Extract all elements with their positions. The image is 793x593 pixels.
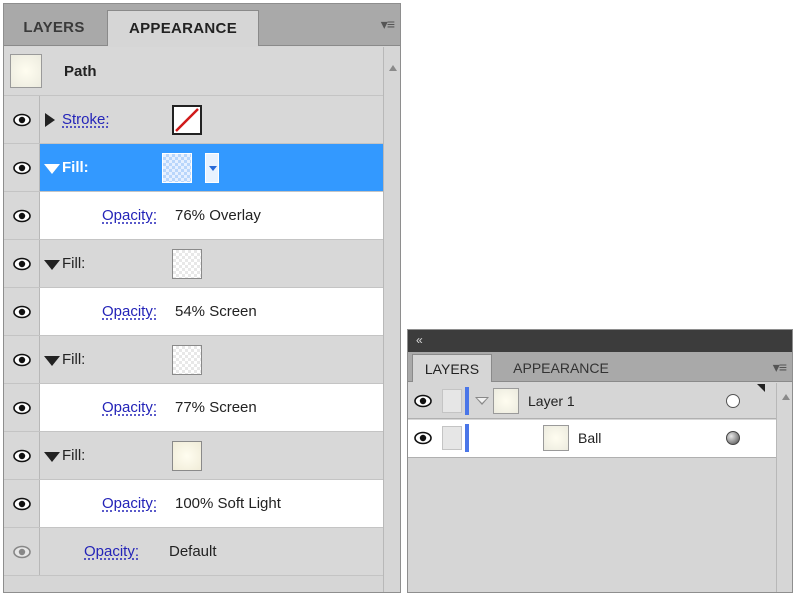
opacity-label[interactable]: Opacity:	[102, 192, 157, 240]
appearance-panel-tabbar: LAYERS APPEARANCE ▾≡	[4, 4, 400, 46]
object-opacity-row[interactable]: Opacity: Default	[4, 528, 383, 576]
fill-swatch-dropdown-icon[interactable]	[205, 153, 219, 183]
scroll-up-arrow-icon[interactable]	[389, 65, 397, 71]
sublayer-row[interactable]: Ball	[408, 420, 776, 458]
eye-icon	[13, 353, 31, 367]
opacity-row[interactable]: Opacity: 100% Soft Light	[4, 480, 383, 528]
object-thumbnail	[543, 425, 569, 451]
stroke-row[interactable]: Stroke:	[4, 96, 383, 144]
fill-label[interactable]: Fill:	[62, 336, 85, 384]
fill-row-2[interactable]: Fill:	[4, 240, 383, 288]
fill-swatch[interactable]	[162, 153, 192, 183]
expand-triangle-icon[interactable]	[475, 397, 489, 405]
eye-icon	[13, 209, 31, 223]
current-layer-indicator-icon	[757, 384, 765, 392]
eye-icon	[13, 497, 31, 511]
collapse-triangle-icon[interactable]	[44, 452, 60, 462]
layer-color-indicator	[465, 424, 469, 452]
opacity-value: 54% Screen	[175, 303, 257, 320]
object-type-label: Path	[64, 63, 97, 80]
opacity-value: 76% Overlay	[175, 207, 261, 224]
panel-menu-icon[interactable]: ▾≡	[773, 359, 787, 375]
fill-label[interactable]: Fill:	[62, 240, 85, 288]
collapse-panel-icon[interactable]: «	[416, 333, 423, 347]
opacity-row[interactable]: Opacity: 54% Screen	[4, 288, 383, 336]
lock-toggle[interactable]	[442, 426, 462, 450]
eye-icon	[13, 449, 31, 463]
fill-row-1[interactable]: Fill:	[4, 144, 383, 192]
visibility-toggle	[4, 528, 40, 575]
visibility-toggle[interactable]	[4, 288, 40, 335]
target-circle-icon[interactable]	[726, 394, 740, 408]
visibility-toggle[interactable]	[4, 336, 40, 383]
collapse-triangle-icon[interactable]	[44, 260, 60, 270]
tab-layers[interactable]: LAYERS	[412, 354, 492, 382]
fill-swatch[interactable]	[172, 249, 202, 279]
visibility-toggle[interactable]	[4, 192, 40, 239]
fill-swatch[interactable]	[172, 441, 202, 471]
opacity-label[interactable]: Opacity:	[102, 480, 157, 528]
eye-icon	[13, 305, 31, 319]
layer-color-indicator	[465, 387, 469, 415]
collapse-triangle-icon[interactable]	[44, 356, 60, 366]
panel-menu-icon[interactable]: ▾≡	[381, 16, 395, 32]
tab-appearance[interactable]: APPEARANCE	[496, 354, 626, 382]
fill-swatch[interactable]	[172, 345, 202, 375]
visibility-toggle[interactable]	[4, 96, 40, 143]
layers-panel-tabbar: LAYERS APPEARANCE ▾≡	[408, 352, 792, 382]
opacity-value: Default	[169, 543, 217, 560]
visibility-toggle[interactable]	[4, 144, 40, 191]
scroll-up-arrow-icon[interactable]	[782, 394, 790, 400]
visibility-toggle[interactable]	[4, 384, 40, 431]
fill-row-3[interactable]: Fill:	[4, 336, 383, 384]
layer-thumbnail	[493, 388, 519, 414]
layers-panel: « LAYERS APPEARANCE ▾≡ Layer 1 Ball	[407, 329, 793, 593]
expand-triangle-icon[interactable]	[45, 113, 55, 127]
opacity-label[interactable]: Opacity:	[102, 384, 157, 432]
opacity-value: 77% Screen	[175, 399, 257, 416]
tab-layers[interactable]: LAYERS	[7, 10, 101, 46]
opacity-label[interactable]: Opacity:	[102, 288, 157, 336]
eye-icon[interactable]	[414, 431, 432, 445]
stroke-label[interactable]: Stroke:	[62, 96, 110, 144]
visibility-toggle[interactable]	[4, 240, 40, 287]
fill-label[interactable]: Fill:	[62, 432, 85, 480]
opacity-row[interactable]: Opacity: 77% Screen	[4, 384, 383, 432]
layer-name[interactable]: Layer 1	[528, 383, 575, 419]
eye-icon	[13, 545, 31, 559]
opacity-label[interactable]: Opacity:	[84, 528, 139, 576]
fill-row-4[interactable]: Fill:	[4, 432, 383, 480]
object-header-row[interactable]: Path	[4, 47, 383, 96]
opacity-row[interactable]: Opacity: 76% Overlay	[4, 192, 383, 240]
object-name[interactable]: Ball	[578, 420, 601, 456]
appearance-rows: Path Stroke: Fill: Opacity: 76% Overlay …	[4, 47, 383, 576]
fill-label[interactable]: Fill:	[62, 144, 89, 192]
appearance-scrollbar[interactable]	[383, 47, 400, 592]
layer-row[interactable]: Layer 1	[408, 383, 776, 419]
eye-icon	[13, 401, 31, 415]
eye-icon	[13, 113, 31, 127]
eye-icon	[13, 161, 31, 175]
tab-appearance[interactable]: APPEARANCE	[107, 10, 259, 46]
visibility-toggle[interactable]	[4, 432, 40, 479]
eye-icon	[13, 257, 31, 271]
lock-toggle[interactable]	[442, 389, 462, 413]
eye-icon[interactable]	[414, 394, 432, 408]
appearance-panel: LAYERS APPEARANCE ▾≡ Path Stroke: Fill: …	[3, 3, 401, 593]
opacity-value: 100% Soft Light	[175, 495, 281, 512]
visibility-toggle[interactable]	[4, 480, 40, 527]
target-circle-icon[interactable]	[726, 431, 740, 445]
panel-collapse-bar[interactable]: «	[408, 330, 792, 352]
collapse-triangle-icon[interactable]	[44, 164, 60, 174]
layers-scrollbar[interactable]	[776, 383, 792, 592]
path-thumbnail	[10, 54, 42, 88]
none-swatch-icon[interactable]	[172, 105, 202, 135]
